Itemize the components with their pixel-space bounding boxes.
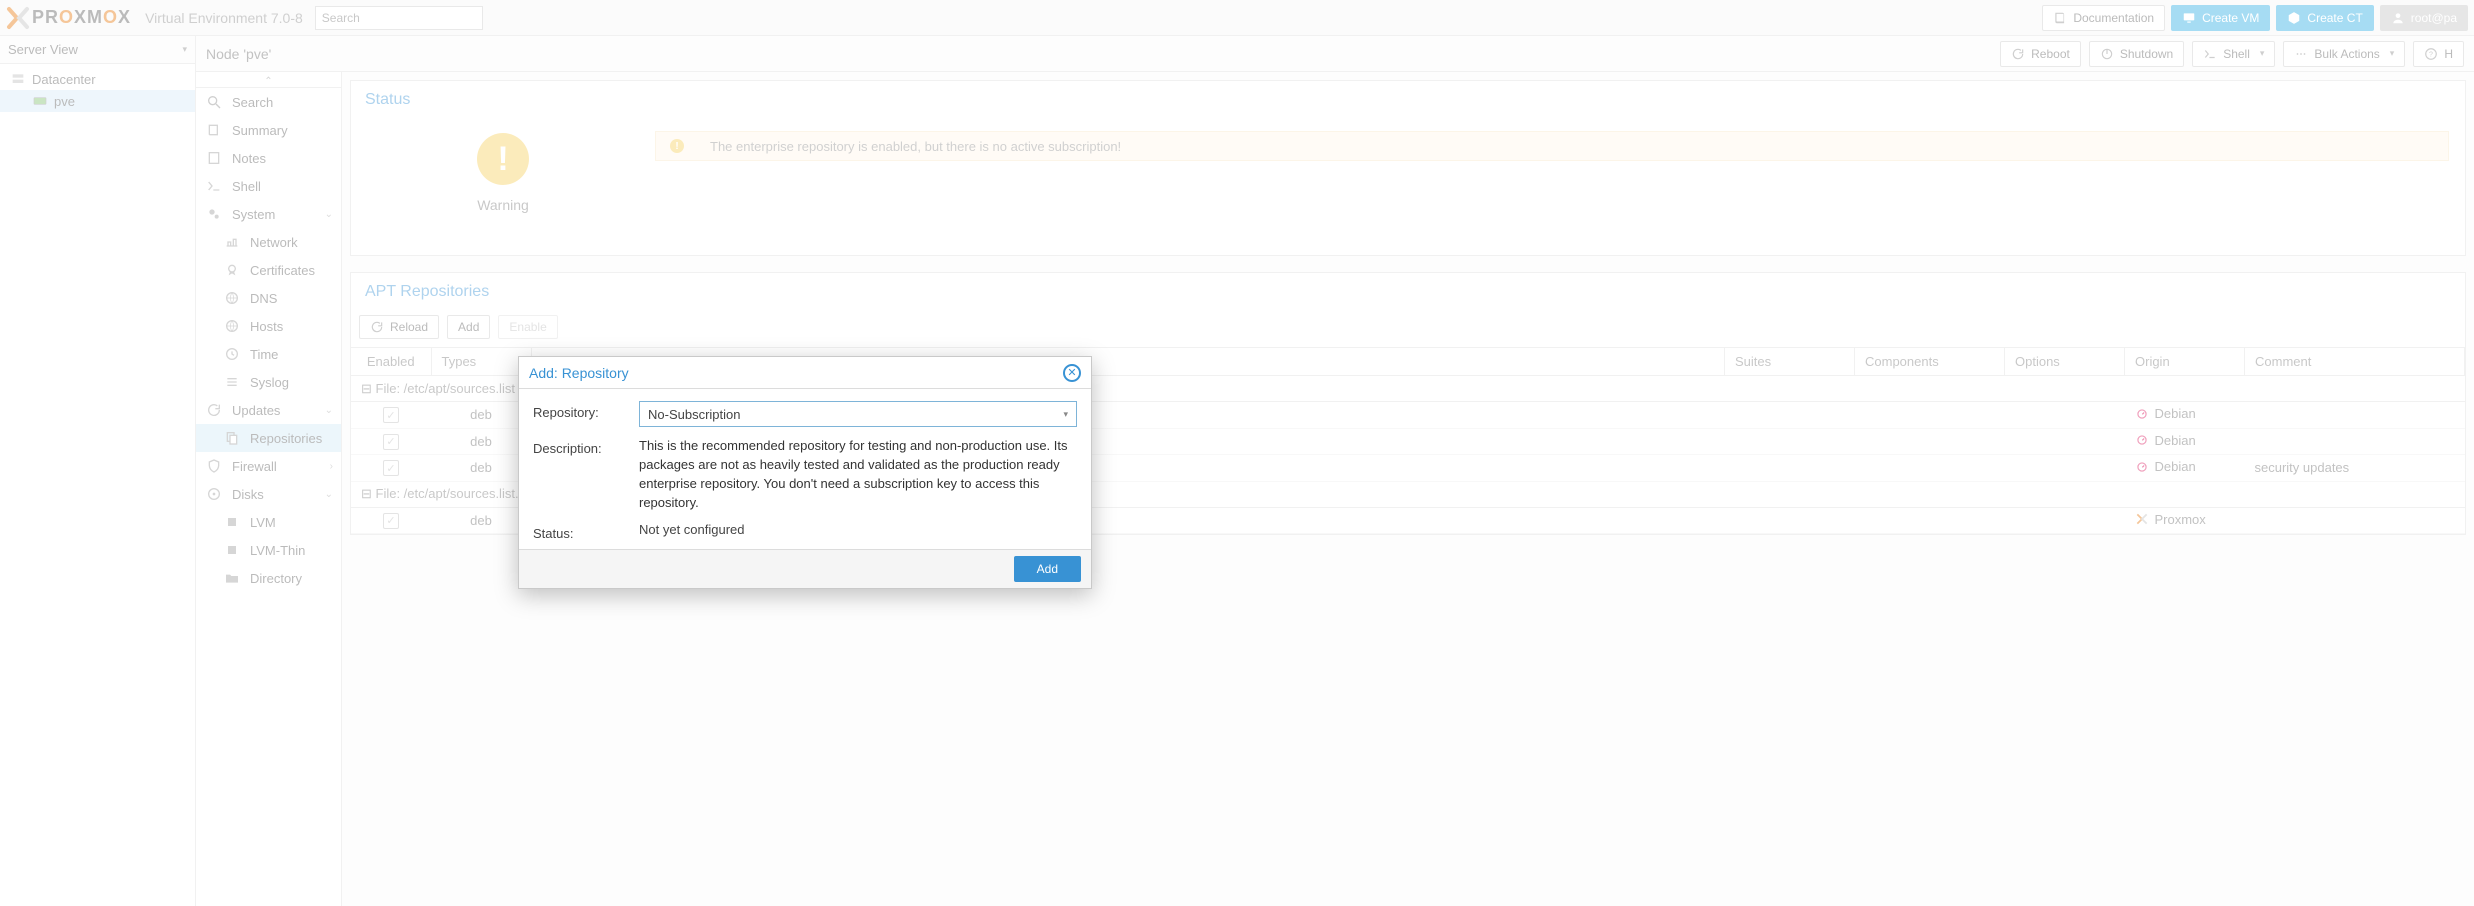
modal-title: Add: Repository (529, 365, 629, 381)
close-icon[interactable]: ✕ (1063, 364, 1081, 382)
add-repository-dialog: Add: Repository ✕ Repository: No-Subscri… (518, 356, 1092, 589)
modal-add-button[interactable]: Add (1014, 556, 1081, 582)
repository-select[interactable]: No-Subscription ▾ (639, 401, 1077, 427)
modal-mask[interactable] (0, 0, 2474, 906)
label-status: Status: (533, 522, 633, 541)
repository-description: This is the recommended repository for t… (639, 437, 1077, 512)
repository-status: Not yet configured (639, 522, 1077, 541)
label-repository: Repository: (533, 401, 633, 427)
label-description: Description: (533, 437, 633, 512)
repository-value: No-Subscription (648, 407, 741, 422)
chevron-down-icon: ▾ (1063, 409, 1068, 420)
